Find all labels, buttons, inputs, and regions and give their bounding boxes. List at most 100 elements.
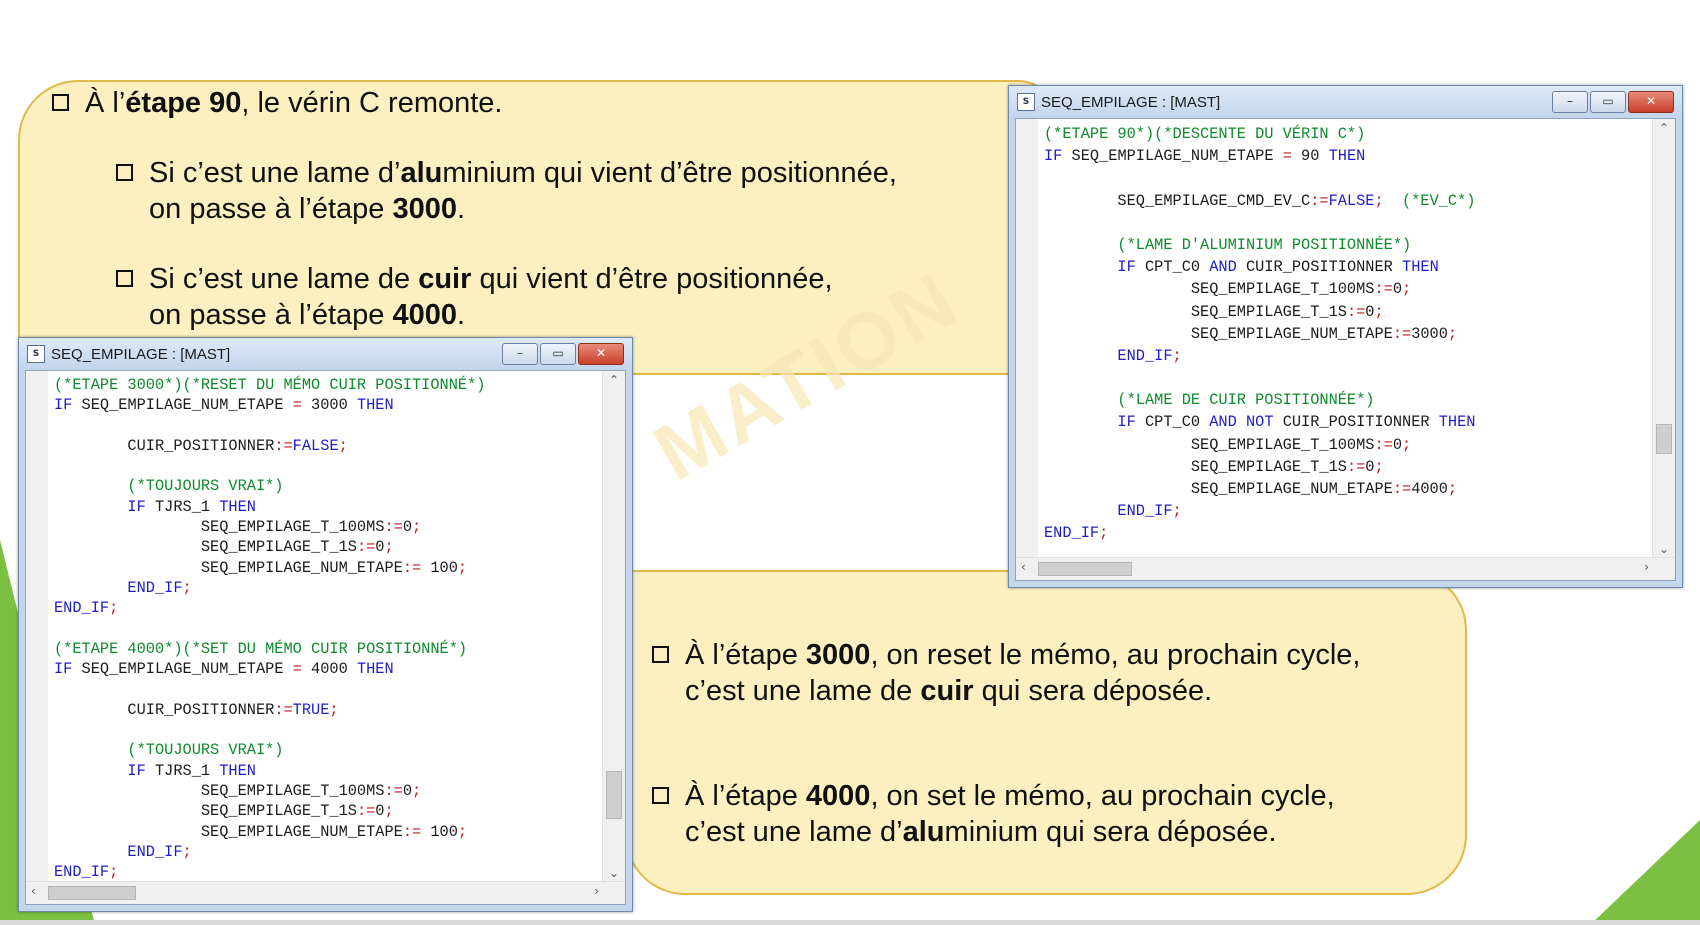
code-token: ; — [109, 863, 119, 880]
code-line: END_IF; — [54, 598, 599, 618]
scroll-right-icon[interactable]: › — [594, 884, 599, 898]
code-line: IF SEQ_EMPILAGE_NUM_ETAPE = 4000 THEN — [54, 659, 599, 679]
scroll-down-icon[interactable]: ⌄ — [603, 866, 625, 880]
code-token: SEQ_EMPILAGE_T_1S — [1044, 457, 1347, 476]
code-token: END_IF — [54, 863, 110, 880]
code-token: SEQ_EMPILAGE_T_100MS — [1044, 435, 1375, 454]
code-token: IF — [54, 396, 82, 415]
code-line: (*ETAPE 3000*)(*RESET DU MÉMO CUIR POSIT… — [54, 375, 599, 395]
close-button[interactable]: ✕ — [578, 343, 624, 365]
code-editor[interactable]: (*ETAPE 90*)(*DESCENTE DU VÉRIN C*) IF SE… — [1015, 118, 1676, 581]
code-token: ; — [1374, 191, 1384, 210]
horizontal-scrollbar[interactable]: ‹ › — [1016, 557, 1675, 580]
code-token: ; — [1172, 502, 1182, 521]
code-token: SEQ_EMPILAGE_NUM_ETAPE — [1071, 147, 1283, 166]
scroll-left-icon[interactable]: ‹ — [1021, 560, 1026, 574]
scroll-right-icon[interactable]: › — [1644, 560, 1649, 574]
code-token: CUIR_POSITIONNER — [54, 700, 275, 719]
code-token: CUIR_POSITIONNER — [1245, 258, 1403, 277]
code-token: 3000 — [301, 396, 357, 415]
horizontal-scrollbar[interactable]: ‹ › — [26, 881, 625, 904]
code-token: := — [402, 822, 422, 841]
maximize-button[interactable]: ▭ — [1590, 91, 1626, 113]
code-token: THEN — [356, 660, 394, 679]
code-token: := — [1346, 457, 1366, 476]
code-token: SEQ_EMPILAGE_T_100MS — [1044, 280, 1375, 299]
bullet-etape-3000: À l’étape 3000, on reset le mémo, au pro… — [652, 637, 1360, 709]
code-token: TRUE — [292, 700, 330, 719]
scroll-thumb[interactable] — [1656, 424, 1672, 454]
code-line: SEQ_EMPILAGE_T_1S:=0; — [1044, 456, 1649, 478]
scroll-left-icon[interactable]: ‹ — [31, 884, 36, 898]
close-button[interactable]: ✕ — [1628, 91, 1674, 113]
code-line: END_IF; — [1044, 345, 1649, 367]
vertical-scrollbar[interactable]: ⌃ ⌄ — [1652, 119, 1675, 558]
bullet-text: Si c’est une lame d’aluminium qui vient … — [149, 157, 897, 225]
code-token: ; — [412, 518, 422, 537]
code-token: CPT_C0 — [1144, 258, 1210, 277]
code-line: (*ETAPE 4000*)(*SET DU MÉMO CUIR POSITIO… — [54, 639, 599, 659]
code-line: (*ETAPE 90*)(*DESCENTE DU VÉRIN C*) — [1044, 123, 1649, 145]
code-token: AND — [1209, 258, 1246, 277]
code-token: 4000 — [301, 660, 357, 679]
code-token: ; — [1402, 435, 1412, 454]
code-token: (*ETAPE 3000*)(*RESET DU MÉMO CUIR POSIT… — [54, 376, 486, 394]
code-token: ; — [412, 781, 422, 800]
code-token: ; — [1402, 280, 1412, 299]
code-area[interactable]: (*ETAPE 90*)(*DESCENTE DU VÉRIN C*) IF SE… — [1044, 123, 1649, 556]
code-token: 0 — [1392, 280, 1403, 299]
code-line: SEQ_EMPILAGE_T_100MS:=0; — [54, 517, 599, 537]
scroll-down-icon[interactable]: ⌄ — [1653, 542, 1675, 556]
code-line: SEQ_EMPILAGE_T_1S:=0; — [54, 801, 599, 821]
code-line: SEQ_EMPILAGE_T_100MS:=0; — [54, 781, 599, 801]
code-area[interactable]: (*ETAPE 3000*)(*RESET DU MÉMO CUIR POSIT… — [54, 375, 599, 880]
checkbox-bullet-icon — [652, 787, 669, 804]
code-line: SEQ_EMPILAGE_T_1S:=0; — [54, 537, 599, 557]
code-line: (*LAME D'ALUMINIUM POSITIONNÉE*) — [1044, 234, 1649, 256]
code-token: THEN — [1328, 147, 1366, 166]
code-token: 90 — [1291, 147, 1329, 166]
editor-window-right[interactable]: S SEQ_EMPILAGE : [MAST] – ▭ ✕ (*ETAPE 90… — [1008, 85, 1683, 588]
maximize-button[interactable]: ▭ — [540, 343, 576, 365]
minimize-button[interactable]: – — [1552, 91, 1588, 113]
scroll-up-icon[interactable]: ⌃ — [603, 373, 625, 387]
code-line: SEQ_EMPILAGE_CMD_EV_C:=FALSE; (*EV_C*) — [1044, 190, 1649, 212]
window-titlebar[interactable]: S SEQ_EMPILAGE : [MAST] – ▭ ✕ — [19, 338, 632, 370]
code-line: IF SEQ_EMPILAGE_NUM_ETAPE = 90 THEN — [1044, 145, 1649, 167]
minimize-button[interactable]: – — [502, 343, 538, 365]
code-line: IF TJRS_1 THEN — [54, 761, 599, 781]
code-line: CUIR_POSITIONNER:=TRUE; — [54, 700, 599, 720]
bullet-aluminium: Si c’est une lame d’aluminium qui vient … — [116, 155, 897, 227]
code-token: := — [274, 436, 293, 455]
code-token: := — [356, 802, 376, 821]
bullet-cuir: Si c’est une lame de cuir qui vient d’êt… — [116, 261, 833, 333]
code-token: THEN — [1402, 258, 1439, 277]
code-token: TJRS_1 — [154, 761, 220, 780]
code-token: SEQ_EMPILAGE_NUM_ETAPE — [54, 558, 403, 577]
code-token: 100 — [421, 822, 458, 841]
code-token: CUIR_POSITIONNER — [54, 436, 275, 455]
scroll-thumb[interactable] — [48, 886, 136, 900]
bullet-text: À l’étape 3000, on reset le mémo, au pro… — [685, 639, 1361, 707]
scroll-up-icon[interactable]: ⌃ — [1653, 121, 1675, 135]
vertical-scrollbar[interactable]: ⌃ ⌄ — [602, 371, 625, 882]
decor-green-triangle-right — [1590, 820, 1700, 925]
bullet-etape-4000: À l’étape 4000, on set le mémo, au proch… — [652, 778, 1335, 850]
window-titlebar[interactable]: S SEQ_EMPILAGE : [MAST] – ▭ ✕ — [1009, 86, 1682, 118]
code-token: ; — [384, 802, 394, 821]
code-token: ; — [384, 538, 394, 557]
editor-window-left[interactable]: S SEQ_EMPILAGE : [MAST] – ▭ ✕ (*ETAPE 30… — [18, 337, 633, 912]
code-token: FALSE — [1328, 191, 1375, 210]
code-token: THEN — [356, 396, 394, 415]
code-line: CUIR_POSITIONNER:=FALSE; — [54, 436, 599, 456]
code-token: IF — [1044, 258, 1145, 277]
st-editor-icon: S — [1017, 93, 1035, 111]
code-editor[interactable]: (*ETAPE 3000*)(*RESET DU MÉMO CUIR POSIT… — [25, 370, 626, 905]
code-line: END_IF; — [54, 578, 599, 598]
scroll-thumb[interactable] — [606, 771, 622, 819]
checkbox-bullet-icon — [116, 270, 133, 287]
scroll-thumb[interactable] — [1038, 562, 1132, 576]
